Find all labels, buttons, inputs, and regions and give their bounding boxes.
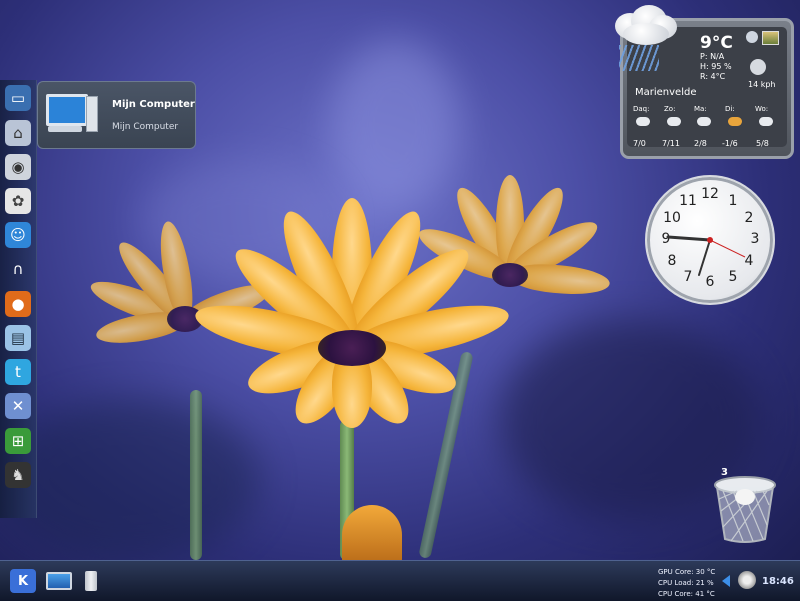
- tray-eye-icon[interactable]: [738, 571, 756, 589]
- user-icon[interactable]: ☺: [5, 222, 31, 248]
- weather-realfeel: R: 4°C: [700, 72, 726, 81]
- wind-icon: [750, 59, 766, 75]
- trash-taskbar-icon[interactable]: [82, 569, 100, 593]
- forecast-temps: 7/11: [662, 139, 680, 148]
- sun-cloud-icon: [728, 117, 742, 126]
- cpu-core-temp: CPU Core: 41 °C: [658, 590, 715, 598]
- wine-icon[interactable]: ✿: [5, 188, 31, 214]
- cpu-load: CPU Load: 21 %: [658, 579, 714, 587]
- headphones-icon[interactable]: ∩: [5, 256, 31, 282]
- cloud-icon: [697, 117, 711, 126]
- cloud-icon: [667, 117, 681, 126]
- forecast-temps: 5/8: [756, 139, 769, 148]
- tooltip-title: Mijn Computer: [112, 99, 195, 110]
- clock-hands: [666, 235, 746, 276]
- tray-arrow-icon[interactable]: [722, 575, 730, 587]
- launcher-tooltip: Mijn Computer Mijn Computer: [37, 81, 196, 149]
- forecast-day: Zo:: [664, 105, 676, 113]
- map-icon[interactable]: [762, 31, 779, 45]
- system-monitor: GPU Core: 30 °C CPU Load: 21 % CPU Core:…: [658, 567, 715, 600]
- weather-humidity: H: 95 %: [700, 62, 732, 71]
- document-icon[interactable]: ▤: [5, 325, 31, 351]
- forecast-day: Wo:: [755, 105, 769, 113]
- forecast-temps: 2/8: [694, 139, 707, 148]
- forecast-day: Daq:: [633, 105, 650, 113]
- weather-pressure: P: N/A: [700, 52, 725, 61]
- game-icon[interactable]: ♞: [5, 462, 31, 488]
- weather-widget[interactable]: 9°C P: N/A H: 95 % R: 4°C 14 kph Marienv…: [615, 5, 794, 159]
- trash-icon[interactable]: [713, 475, 777, 545]
- tooltip-subtitle: Mijn Computer: [112, 122, 179, 132]
- forecast-temps: -1/6: [722, 139, 738, 148]
- globe-icon[interactable]: [746, 31, 758, 43]
- cloud-icon: [759, 117, 773, 126]
- show-desktop-icon[interactable]: [46, 569, 72, 593]
- forecast-day: Ma:: [694, 105, 707, 113]
- home-icon[interactable]: ⌂: [5, 120, 31, 146]
- computer-icon: [46, 94, 88, 126]
- taskbar-clock[interactable]: 18:46: [762, 576, 794, 587]
- twitter-icon[interactable]: t: [5, 359, 31, 385]
- drive-icon[interactable]: ◉: [5, 154, 31, 180]
- windows-icon[interactable]: ⊞: [5, 428, 31, 454]
- firefox-icon[interactable]: ●: [5, 291, 31, 317]
- forecast-temps: 7/0: [633, 139, 646, 148]
- rain-cloud-icon: [613, 5, 683, 71]
- weather-wind: 14 kph: [748, 80, 776, 89]
- tools-icon[interactable]: ✕: [5, 393, 31, 419]
- gpu-core-temp: GPU Core: 30 °C: [658, 568, 716, 576]
- cloud-icon: [636, 117, 650, 126]
- computer-icon[interactable]: ▭: [5, 85, 31, 111]
- weather-temp: 9°C: [700, 33, 733, 53]
- forecast-day: Di:: [725, 105, 735, 113]
- analog-clock[interactable]: 12 1 2 3 4 5 6 7 8 9 10 11: [645, 175, 775, 305]
- launcher-panel: ▭ ⌂ ◉ ✿ ☺ ∩ ● ▤ t ✕ ⊞ ♞: [0, 80, 37, 518]
- weather-city: Marienvelde: [635, 87, 697, 98]
- kde-menu-icon[interactable]: K: [10, 569, 36, 593]
